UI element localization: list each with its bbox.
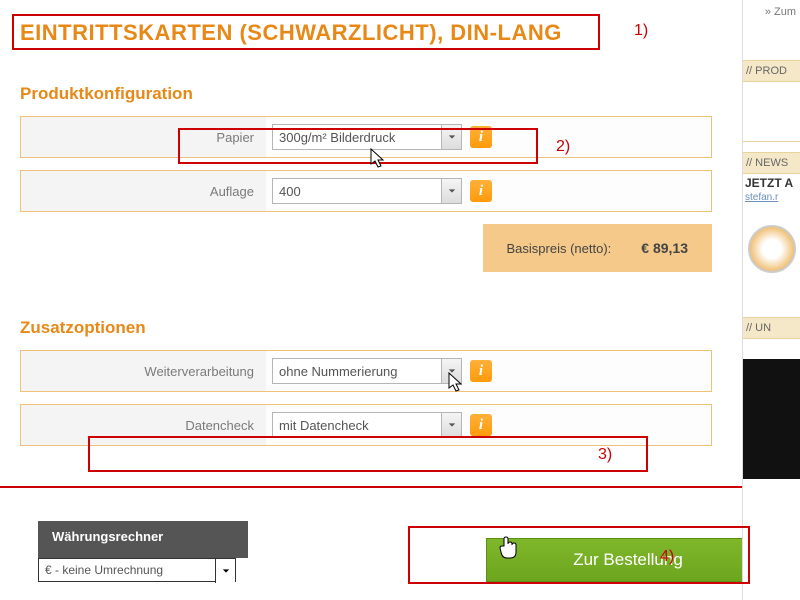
- annotation-label-1: 1): [634, 22, 648, 40]
- select-processing[interactable]: ohne Nummerierung: [272, 358, 462, 384]
- info-icon-datacheck[interactable]: i: [470, 414, 492, 436]
- info-icon-paper[interactable]: i: [470, 126, 492, 148]
- chevron-down-icon: [441, 125, 461, 149]
- trust-badge-icon: [748, 225, 796, 273]
- footer-bar: Währungsrechner € - keine Umrechnung Zur…: [0, 486, 800, 600]
- select-datacheck[interactable]: mit Datencheck: [272, 412, 462, 438]
- page-title: EINTRITTSKARTEN (SCHWARZLICHT), DIN-LANG: [20, 20, 712, 46]
- select-paper-value: 300g/m² Bilderdruck: [279, 130, 395, 145]
- row-processing: Weiterverarbeitung ohne Nummerierung i: [20, 350, 712, 392]
- select-currency-value: € - keine Umrechnung: [45, 563, 163, 577]
- row-paper: Papier 300g/m² Bilderdruck i: [20, 116, 712, 158]
- price-box: Basispreis (netto): € 89,13: [483, 224, 712, 272]
- row-datacheck: Datencheck mit Datencheck i: [20, 404, 712, 446]
- select-processing-value: ohne Nummerierung: [279, 364, 398, 379]
- label-quantity: Auflage: [21, 171, 266, 211]
- chevron-down-icon: [441, 359, 461, 383]
- sidebar-jetzt: JETZT A: [743, 174, 800, 192]
- currency-title: Währungsrechner: [52, 529, 234, 544]
- annotation-label-3: 3): [598, 446, 612, 464]
- sidebar-band-news: // NEWS: [743, 152, 800, 174]
- info-icon-quantity[interactable]: i: [470, 180, 492, 202]
- select-datacheck-value: mit Datencheck: [279, 418, 369, 433]
- select-paper[interactable]: 300g/m² Bilderdruck: [272, 124, 462, 150]
- select-currency[interactable]: € - keine Umrechnung: [38, 558, 236, 582]
- sidebar-band-prod: // PROD: [743, 60, 800, 82]
- annotation-label-2: 2): [556, 138, 570, 156]
- select-quantity-value: 400: [279, 184, 301, 199]
- sidebar-promo: [743, 359, 800, 479]
- sidebar-stefan-link[interactable]: stefan.r: [743, 192, 800, 203]
- sidebar-band-un: // UN: [743, 317, 800, 339]
- price-label: Basispreis (netto):: [507, 241, 612, 256]
- sidebar-top-link[interactable]: » Zum: [743, 0, 800, 24]
- chevron-down-icon: [441, 179, 461, 203]
- info-icon-processing[interactable]: i: [470, 360, 492, 382]
- currency-converter: Währungsrechner: [38, 521, 248, 558]
- annotation-label-4: 4): [660, 548, 674, 566]
- row-quantity: Auflage 400 i: [20, 170, 712, 212]
- section-extras-title: Zusatzoptionen: [20, 318, 712, 338]
- price-value: € 89,13: [641, 240, 688, 256]
- right-sidebar: » Zum // PROD // NEWS JETZT A stefan.r /…: [742, 0, 800, 600]
- section-config-title: Produktkonfiguration: [20, 84, 712, 104]
- order-button[interactable]: Zur Bestellung: [486, 538, 770, 582]
- select-quantity[interactable]: 400: [272, 178, 462, 204]
- label-processing: Weiterverarbeitung: [21, 351, 266, 391]
- label-datacheck: Datencheck: [21, 405, 266, 445]
- chevron-down-icon: [215, 559, 235, 583]
- label-paper: Papier: [21, 117, 266, 157]
- chevron-down-icon: [441, 413, 461, 437]
